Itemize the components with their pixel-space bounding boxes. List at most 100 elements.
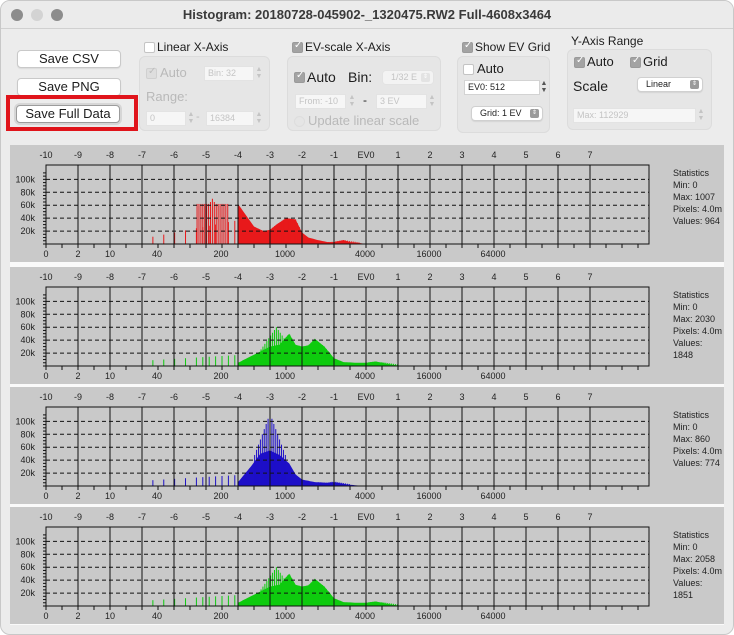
y-auto-checkbox[interactable]: [574, 55, 585, 68]
save-full-data-button[interactable]: Save Full Data: [16, 105, 120, 123]
value-tick-label: 64000: [480, 611, 505, 621]
value-tick-label: 10: [105, 371, 115, 381]
y-scale-value: Linear: [646, 79, 672, 89]
update-linear-scale-radio[interactable]: [294, 116, 305, 127]
stat-max: Max: 2058: [673, 554, 716, 564]
y-scale-select[interactable]: Linear ⇕: [637, 77, 703, 92]
ev-grid-auto-checkbox[interactable]: [463, 64, 474, 75]
ev-tick-label: -1: [330, 512, 338, 522]
ev-tick-label: 7: [587, 512, 592, 522]
linear-range-from-field[interactable]: 0: [146, 111, 186, 126]
ev-tick-label: -9: [74, 272, 82, 282]
value-tick-label: 16000: [416, 491, 441, 501]
y-tick-label: 80k: [20, 429, 35, 439]
ev-tick-label: -4: [234, 512, 242, 522]
ev-tick-label: -2: [298, 272, 306, 282]
save-csv-button[interactable]: Save CSV: [17, 50, 121, 68]
histogram-bars-green2: [45, 567, 405, 606]
ev-tick-label: -7: [138, 150, 146, 160]
ev-to-stepper[interactable]: ▲ ▼: [428, 94, 436, 109]
ev-scale-x-axis-checkbox[interactable]: [292, 40, 303, 53]
ev-from-stepper[interactable]: ▲ ▼: [348, 94, 356, 109]
linear-x-axis-checkbox[interactable]: [144, 42, 155, 53]
value-tick-label: 10: [105, 491, 115, 501]
stat-max: Max: 860: [673, 434, 711, 444]
stat-min: Min: 0: [673, 180, 698, 190]
value-tick-label: 10: [105, 249, 115, 259]
value-tick-label: 0: [43, 491, 48, 501]
ev-tick-label: 2: [427, 272, 432, 282]
show-ev-grid-checkbox[interactable]: [462, 40, 473, 53]
y-grid-checkbox[interactable]: [630, 55, 641, 68]
ev-tick-label: -2: [298, 512, 306, 522]
y-tick-label: 80k: [20, 187, 35, 197]
linear-range-to-field[interactable]: 16384: [206, 111, 254, 126]
ev-tick-label: -10: [39, 512, 52, 522]
ev-bin-value: 1/32 E: [391, 72, 418, 82]
ev-to-field[interactable]: 3 EV: [376, 94, 427, 109]
grid-ev-value: Grid: 1 EV: [480, 108, 522, 118]
ev-tick-label: 1: [395, 512, 400, 522]
y-tick-label: 80k: [20, 309, 35, 319]
ev-tick-label: -5: [202, 150, 210, 160]
ev-from-field[interactable]: From: -10: [295, 94, 346, 109]
ev0-stepper[interactable]: ▲ ▼: [540, 80, 548, 95]
y-scale-label: Scale: [573, 78, 609, 94]
y-tick-label: 60k: [20, 442, 35, 452]
ev-tick-label: -7: [138, 392, 146, 402]
value-tick-label: 1000: [275, 611, 295, 621]
stat-values: Values: 774: [673, 458, 720, 468]
ev-tick-label: -3: [266, 392, 274, 402]
value-tick-label: 10: [105, 611, 115, 621]
statistics-blue: Statistics Min: 0 Max: 860 Pixels: 4.0m Valu…: [673, 409, 722, 469]
ev-tick-label: 7: [587, 272, 592, 282]
grid-ev-select[interactable]: Grid: 1 EV ⇕: [471, 106, 543, 121]
ev-bin-select[interactable]: 1/32 E ⇕: [382, 70, 434, 85]
ev-tick-label: 6: [555, 272, 560, 282]
chevron-updown-icon: ⇕: [690, 80, 699, 89]
ev-tick-label: EV0: [357, 272, 374, 282]
value-tick-label: 1000: [275, 371, 295, 381]
y-tick-label: 100k: [15, 174, 35, 184]
linear-bin-field[interactable]: Bin: 32: [204, 66, 254, 81]
linear-range-from-stepper[interactable]: ▲ ▼: [187, 111, 195, 126]
value-tick-label: 16000: [416, 249, 441, 259]
linear-range-label: Range:: [146, 89, 188, 104]
linear-x-axis-label: Linear X-Axis: [157, 40, 229, 54]
ev-tick-label: -9: [74, 512, 82, 522]
y-max-stepper[interactable]: ▲ ▼: [697, 108, 705, 123]
histogram-chart-green: -10 -9 -8 -7 -6 -5 -4 -3 -2 -1 EV0 1 2 3 4 5 6 7 100k 80k 60…: [15, 272, 650, 381]
ev-tick-label: EV0: [357, 512, 374, 522]
ev0-field[interactable]: EV0: 512: [464, 80, 540, 95]
histogram-chart-green2: -10 -9 -8 -7 -6 -5 -4 -3 -2 -1 EV0 1 2 3 4 5 6 7 100k 80k 60…: [15, 512, 650, 621]
ev-tick-label: -2: [298, 150, 306, 160]
save-png-button[interactable]: Save PNG: [17, 78, 121, 96]
histogram-plots: -10 -9 -8 -7 -6 -5 -4 -3 -2 -1 EV0 1 2 3 4 5 6 7 100k 80k 60…: [10, 145, 724, 625]
ev-tick-label: 4: [491, 150, 496, 160]
ev-tick-label: -9: [74, 150, 82, 160]
y-tick-label: 20k: [20, 226, 35, 236]
stat-pixels: Pixels: 4.0m: [673, 446, 723, 456]
ev-tick-label: -1: [330, 150, 338, 160]
ev-auto-label: Auto: [307, 69, 336, 85]
ev-tick-label: 4: [491, 392, 496, 402]
y-max-field[interactable]: Max: 112929: [573, 108, 696, 123]
linear-range-to-stepper[interactable]: ▲ ▼: [255, 111, 263, 126]
ev-tick-label: -3: [266, 150, 274, 160]
stat-min: Min: 0: [673, 422, 698, 432]
linear-auto-checkbox[interactable]: [146, 66, 157, 79]
linear-bin-stepper[interactable]: ▲ ▼: [255, 66, 263, 81]
histogram-window: Histogram: 20180728-045902-_1320475.RW2 …: [0, 0, 734, 635]
ev-tick-label: 5: [523, 512, 528, 522]
ev-tick-label: 3: [459, 392, 464, 402]
ev-tick-label: -1: [330, 392, 338, 402]
ev-tick-label: -3: [266, 272, 274, 282]
title-bar: Histogram: 20180728-045902-_1320475.RW2 …: [1, 1, 733, 29]
ev-tick-label: 2: [427, 150, 432, 160]
histogram-chart-red: -10 -9 -8 -7 -6 -5 -4 -3 -2 -1 EV0 1 2 3 4 5 6 7 100k 80k 60…: [15, 150, 650, 259]
ev-tick-label: -5: [202, 272, 210, 282]
y-tick-label: 60k: [20, 200, 35, 210]
histogram-bars-green: [45, 327, 405, 366]
ev-auto-checkbox[interactable]: [294, 70, 305, 83]
show-ev-grid-label: Show EV Grid: [475, 40, 551, 54]
